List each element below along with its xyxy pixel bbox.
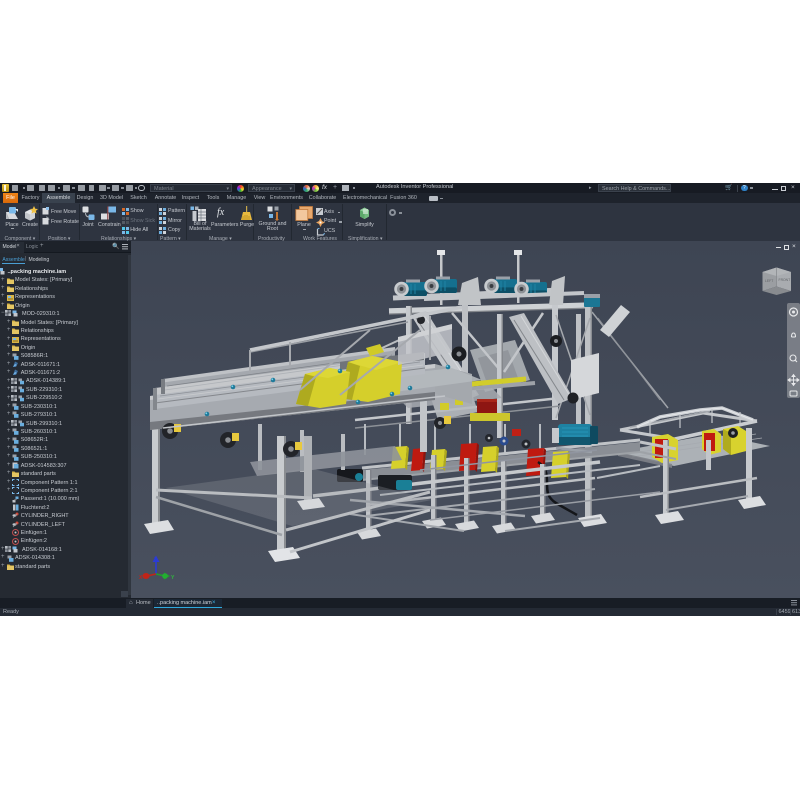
svg-text:LEFT: LEFT xyxy=(765,279,773,283)
svg-text:FRONT: FRONT xyxy=(779,278,791,282)
svg-text:Y: Y xyxy=(171,575,175,581)
svg-text:X: X xyxy=(139,575,143,581)
svg-text:Z: Z xyxy=(154,557,157,563)
